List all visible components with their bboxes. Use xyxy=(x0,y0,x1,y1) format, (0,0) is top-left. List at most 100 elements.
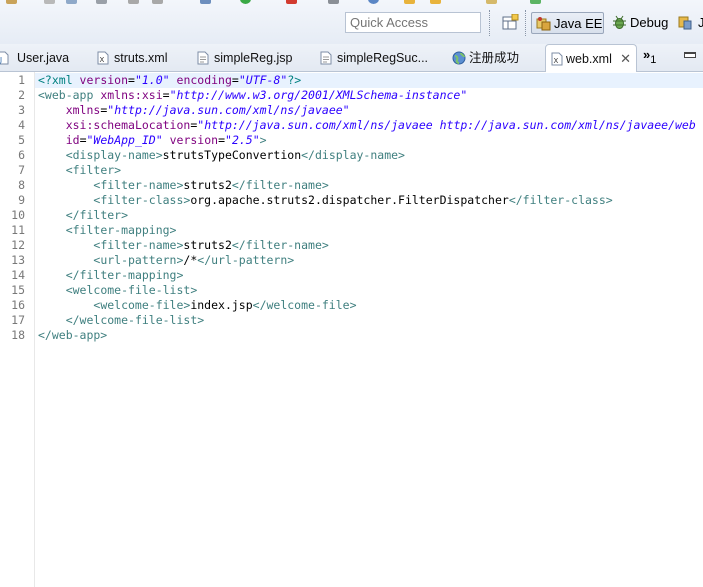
tab-simplereg-jsp[interactable]: simpleReg.jsp xyxy=(194,44,304,71)
toolbar-icon[interactable] xyxy=(368,0,379,4)
java-file-icon: J xyxy=(0,51,9,65)
line-number: 10 xyxy=(11,208,25,222)
xml-file-icon: X xyxy=(97,51,109,65)
code-token: = xyxy=(79,133,87,147)
javaee-perspective-icon xyxy=(536,17,551,31)
svg-text:J: J xyxy=(0,56,2,64)
tab-web-xml[interactable]: X web.xml ✕ xyxy=(545,44,637,72)
toolbar-icon[interactable] xyxy=(328,0,339,4)
code-token: version xyxy=(79,73,129,87)
code-line[interactable]: </filter-mapping> xyxy=(38,268,184,283)
open-perspective-icon[interactable] xyxy=(501,14,519,32)
jsp-file-icon xyxy=(197,51,209,65)
editor-tab-bar: J User.java X struts.xml simpleReg.jsp s… xyxy=(0,44,703,72)
code-token: index.jsp xyxy=(190,298,253,312)
code-line[interactable]: <filter-name>struts2</filter-name> xyxy=(38,178,328,193)
code-line[interactable]: <url-pattern>/*</url-pattern> xyxy=(38,253,294,268)
code-token: = xyxy=(128,73,135,87)
code-line[interactable]: </web-app> xyxy=(38,328,107,343)
code-token: <filter-class> xyxy=(93,193,191,207)
toolbar-icon[interactable] xyxy=(44,0,55,4)
xml-editor[interactable]: 1 2 3 4 5 6 7 8 9 10 11 12 13 14 15 16 17 18 <?xml versio… xyxy=(0,72,703,587)
code-token: "http://www.w3.org/2001/XMLSchema-instan… xyxy=(169,88,468,102)
code-token: strutsTypeConvertion xyxy=(162,148,302,162)
toolbar-icon[interactable] xyxy=(152,0,163,4)
code-line[interactable]: id="WebApp_ID" version="2.5"> xyxy=(38,133,267,148)
folder-icon[interactable] xyxy=(404,0,415,4)
debug-perspective-icon xyxy=(613,15,626,29)
code-line[interactable]: <display-name>strutsTypeConvertion</disp… xyxy=(38,148,405,163)
stop-icon[interactable] xyxy=(286,0,297,4)
toolbar-icon[interactable] xyxy=(486,0,497,4)
xml-file-icon: X xyxy=(551,52,563,66)
toolbar-icon[interactable] xyxy=(66,0,77,4)
code-token: </welcome-file-list> xyxy=(65,313,205,327)
code-token: </welcome-file> xyxy=(252,298,357,312)
perspective-debug-button[interactable]: Debug xyxy=(608,12,672,34)
quick-access-input[interactable] xyxy=(345,12,481,33)
code-line[interactable]: <?xml version="1.0" encoding="UTF-8"?> xyxy=(38,73,301,88)
code-token: </filter> xyxy=(65,208,129,222)
toolbar-icon[interactable] xyxy=(96,0,107,4)
tab-zhucechenggong[interactable]: 注册成功 xyxy=(449,44,541,71)
minimize-icon[interactable] xyxy=(684,52,696,58)
code-token: org.apache.struts2.dispatcher.FilterDisp… xyxy=(190,193,509,207)
close-tab-icon[interactable]: ✕ xyxy=(620,45,631,73)
tab-label: simpleRegSuc... xyxy=(337,51,429,65)
perspective-javaee-button[interactable]: Java EE xyxy=(531,12,604,34)
code-line[interactable]: </welcome-file-list> xyxy=(38,313,204,328)
code-token: xsi:schemaLocation xyxy=(65,118,191,132)
toolbar-grip[interactable] xyxy=(489,10,492,36)
tab-label: struts.xml xyxy=(114,51,168,65)
tab-user-java[interactable]: J User.java xyxy=(0,44,85,71)
line-number: 12 xyxy=(11,238,25,252)
code-line[interactable]: <welcome-file-list> xyxy=(38,283,198,298)
toolbar-icon[interactable] xyxy=(530,0,541,4)
tab-struts-xml[interactable]: X struts.xml xyxy=(94,44,190,71)
folder-icon[interactable] xyxy=(430,0,441,4)
code-token: "http://java.sun.com/xml/ns/javaee http:… xyxy=(197,118,696,132)
code-token: "WebApp_ID" xyxy=(86,133,163,147)
code-token: "2.5" xyxy=(225,133,260,147)
code-token: <display-name> xyxy=(65,148,163,162)
code-token: <?xml xyxy=(38,73,80,87)
toolbar-icon[interactable] xyxy=(128,0,139,4)
toolbar-icon[interactable] xyxy=(6,0,17,4)
code-line[interactable]: <filter-name>struts2</filter-name> xyxy=(38,238,328,253)
java-perspective-icon xyxy=(678,16,692,30)
line-number: 4 xyxy=(18,118,25,132)
run-icon[interactable] xyxy=(240,0,251,4)
code-line[interactable]: <web-app xmlns:xsi="http://www.w3.org/20… xyxy=(38,88,467,103)
code-line[interactable]: <welcome-file>index.jsp</welcome-file> xyxy=(38,298,357,313)
perspective-label: Debug xyxy=(630,15,669,30)
code-line[interactable]: <filter-mapping> xyxy=(38,223,177,238)
toolbar-icon[interactable] xyxy=(200,0,211,4)
code-line[interactable]: xsi:schemaLocation="http://java.sun.com/… xyxy=(38,118,696,133)
line-number: 3 xyxy=(18,103,25,117)
toolbar-grip[interactable] xyxy=(525,10,528,36)
line-number: 9 xyxy=(18,193,25,207)
line-number: 18 xyxy=(11,328,25,342)
tab-simpleregsuc[interactable]: simpleRegSuc... xyxy=(317,44,435,71)
code-token: "1.0" xyxy=(134,73,170,87)
code-line[interactable]: </filter> xyxy=(38,208,128,223)
code-token: id xyxy=(65,133,80,147)
tab-overflow-button[interactable]: »1 xyxy=(643,47,656,66)
svg-text:X: X xyxy=(554,57,559,65)
code-token: </web-app> xyxy=(38,328,108,342)
code-line[interactable]: <filter> xyxy=(38,163,121,178)
code-line[interactable]: xmlns="http://java.sun.com/xml/ns/javaee… xyxy=(38,103,350,118)
perspective-java-button[interactable]: J xyxy=(678,12,703,34)
code-line[interactable]: <filter-class>org.apache.struts2.dispatc… xyxy=(38,193,612,208)
